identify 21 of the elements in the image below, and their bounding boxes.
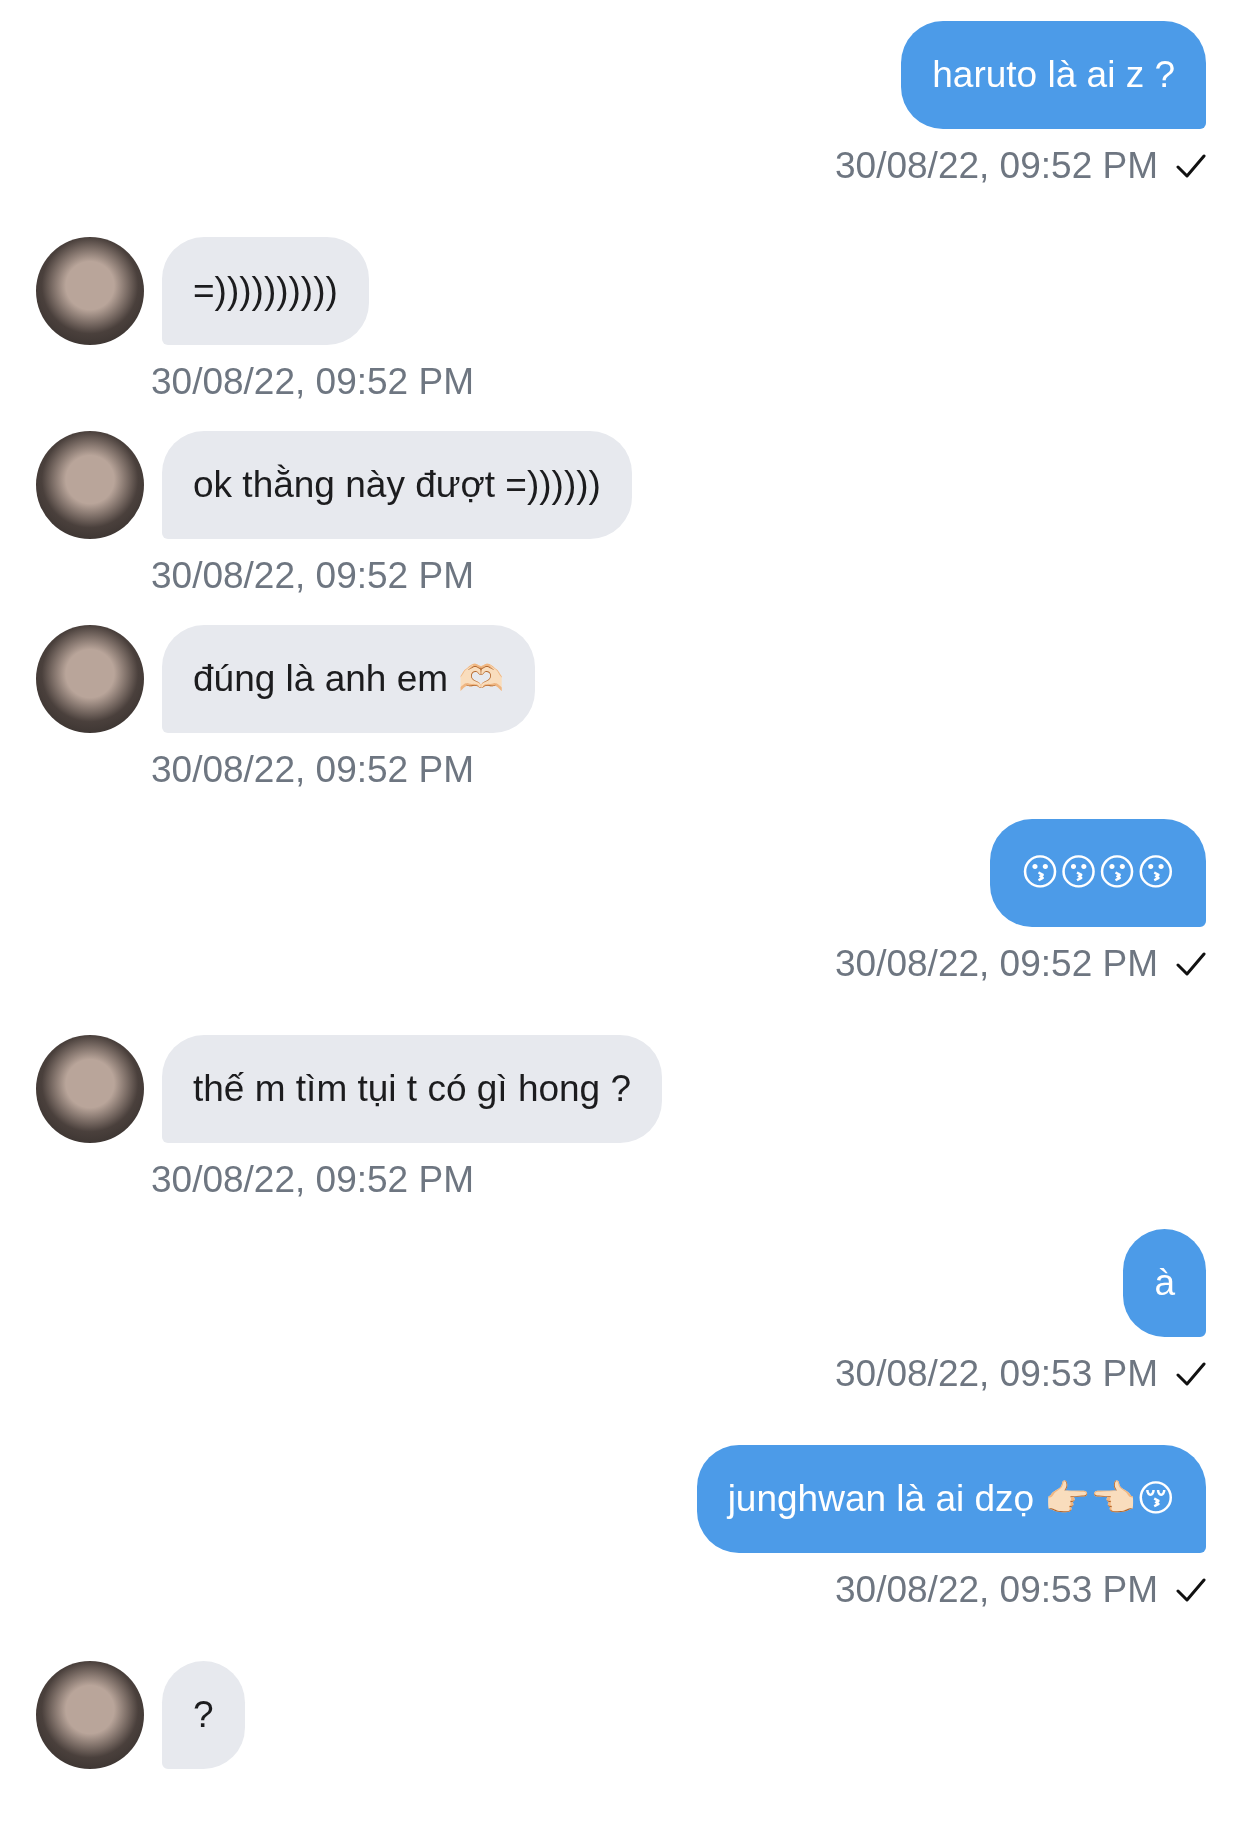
message-bubble: =)))))))))) — [162, 237, 369, 345]
message-timestamp: 30/08/22, 09:52 PM — [151, 748, 474, 792]
check-icon — [1176, 1361, 1206, 1387]
message-timestamp: 30/08/22, 09:52 PM — [835, 942, 1158, 986]
message-timestamp: 30/08/22, 09:53 PM — [835, 1568, 1158, 1612]
message-bubble: thế m tìm tụi t có gì hong ? — [162, 1035, 663, 1143]
message-timestamp: 30/08/22, 09:52 PM — [151, 554, 474, 598]
message-bubble: junghwan là ai dzọ 👉🏻👈🏻😚 — [696, 1445, 1206, 1553]
message-bubble: đúng là anh em 🫶🏻 — [162, 625, 536, 733]
message-timestamp: 30/08/22, 09:53 PM — [835, 1352, 1158, 1396]
check-icon — [1176, 153, 1206, 179]
message-timestamp: 30/08/22, 09:52 PM — [151, 360, 474, 404]
message-bubble: ? — [162, 1661, 245, 1769]
check-icon — [1176, 1577, 1206, 1603]
message-bubble: haruto là ai z ? — [901, 21, 1206, 129]
message-bubble: 😗😗😗😗 — [989, 819, 1206, 927]
message-bubble: à — [1123, 1229, 1206, 1337]
message-timestamp: 30/08/22, 09:52 PM — [835, 144, 1158, 188]
message-timestamp: 30/08/22, 09:52 PM — [151, 1158, 474, 1202]
message-bubble: ok thằng này đượt =)))))) — [162, 431, 632, 539]
check-icon — [1176, 951, 1206, 977]
